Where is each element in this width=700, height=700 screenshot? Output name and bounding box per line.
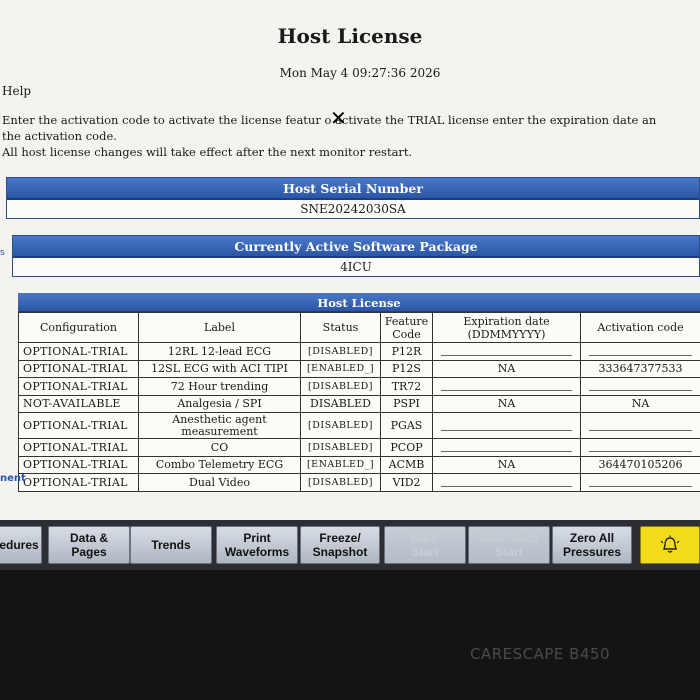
package-value: 4ICU <box>340 260 372 274</box>
cell-expiration-date: NA <box>432 455 581 474</box>
data-pages-button[interactable]: Data & Pages <box>48 526 130 564</box>
help-label[interactable]: Help <box>2 84 31 98</box>
datetime: Mon May 4 09:27:36 2026 <box>279 66 441 80</box>
cell-feature-code: P12R <box>380 342 433 361</box>
mouse-cursor-icon: ✕ <box>330 106 347 130</box>
cell-label: Anesthetic agent measurement <box>138 412 301 439</box>
package-panel: Currently Active Software Package 4ICU <box>12 235 700 277</box>
cell-configuration: NOT-AVAILABLE <box>18 394 139 413</box>
activation-code-input[interactable] <box>580 412 700 439</box>
cell-label: 12RL 12-lead ECG <box>138 342 301 361</box>
col-expiration-date: Expiration date (DDMMYYYY) <box>432 312 581 343</box>
col-activation-code: Activation code <box>580 312 700 343</box>
cell-feature-code: P12S <box>380 359 433 378</box>
alarm-bell-icon <box>660 535 680 553</box>
instructions: Enter the activation code to activate th… <box>2 112 700 160</box>
package-panel-header: Currently Active Software Package <box>13 236 699 258</box>
cell-feature-code: PSPI <box>380 394 433 413</box>
expiration-date-input[interactable] <box>432 473 581 492</box>
table-row: OPTIONAL-TRIAL 12SL ECG with ACI TIPI [E… <box>18 359 700 378</box>
cell-label: 12SL ECG with ACI TIPI <box>138 359 301 378</box>
cell-activation-code: NA <box>580 394 700 413</box>
bottom-toolbar: edures Data & Pages Trends Print Wavefor… <box>0 520 700 570</box>
instruction-line-3: All host license changes will take effec… <box>2 145 413 159</box>
cell-configuration: OPTIONAL-TRIAL <box>18 359 139 378</box>
cell-label: Dual Video <box>138 473 301 492</box>
table-row: OPTIONAL-TRIAL 72 Hour trending [DISABLE… <box>18 377 700 396</box>
cell-configuration: OPTIONAL-TRIAL <box>18 412 139 439</box>
license-table-header: Host License <box>18 293 700 313</box>
table-row: OPTIONAL-TRIAL Combo Telemetry ECG [ENAB… <box>18 455 700 474</box>
cell-status: [DISABLED] <box>300 438 381 457</box>
cell-feature-code: PGAS <box>380 412 433 439</box>
alarm-button[interactable] <box>640 526 700 564</box>
nibp-start-button[interactable]: NIBP Start <box>384 526 466 564</box>
cell-feature-code: ACMB <box>380 455 433 474</box>
cell-activation-code: 333647377533 <box>580 359 700 378</box>
cell-status: [DISABLED] <box>300 342 381 361</box>
cell-feature-code: PCOP <box>380 438 433 457</box>
table-row: OPTIONAL-TRIAL Dual Video [DISABLED] VID… <box>18 473 700 492</box>
cell-configuration: OPTIONAL-TRIAL <box>18 438 139 457</box>
cell-status: [DISABLED] <box>300 377 381 396</box>
col-label: Label <box>138 312 301 343</box>
side-label-nent: nent <box>0 473 26 484</box>
cell-label: Analgesia / SPI <box>138 394 301 413</box>
serial-panel: Host Serial Number SNE20242030SA <box>6 177 700 219</box>
table-row: NOT-AVAILABLE Analgesia / SPI DISABLED P… <box>18 394 700 413</box>
expiration-date-input[interactable] <box>432 342 581 361</box>
activation-code-input[interactable] <box>580 377 700 396</box>
cell-status: DISABLED <box>300 394 381 413</box>
print-waveforms-button[interactable]: Print Waveforms <box>216 526 298 564</box>
col-feature-code: Feature Code <box>380 312 433 343</box>
table-row: OPTIONAL-TRIAL 12RL 12-lead ECG [DISABLE… <box>18 342 700 361</box>
cell-label: CO <box>138 438 301 457</box>
expiration-date-input[interactable] <box>432 438 581 457</box>
cell-configuration: OPTIONAL-TRIAL <box>18 473 139 492</box>
side-label-s: s <box>0 248 5 258</box>
host-license-screen: Host License Mon May 4 09:27:36 2026 Hel… <box>0 0 700 520</box>
expiration-date-input[interactable] <box>432 412 581 439</box>
cell-expiration-date: NA <box>432 394 581 413</box>
col-status: Status <box>300 312 381 343</box>
cell-expiration-date: NA <box>432 359 581 378</box>
page-title: Host License <box>277 24 423 48</box>
instruction-line-2: the activation code. <box>2 129 117 143</box>
activation-code-input[interactable] <box>580 438 700 457</box>
license-table: Configuration Label Status Feature Code … <box>18 312 700 492</box>
col-configuration: Configuration <box>18 312 139 343</box>
cell-configuration: OPTIONAL-TRIAL <box>18 455 139 474</box>
device-brand-label: CARESCAPE B450 <box>470 645 611 663</box>
license-table-columns: Configuration Label Status Feature Code … <box>18 312 700 343</box>
cell-feature-code: TR72 <box>380 377 433 396</box>
procedures-button[interactable]: edures <box>0 526 42 564</box>
freeze-snapshot-button[interactable]: Freeze/ Snapshot <box>300 526 380 564</box>
cell-status: [DISABLED] <box>300 473 381 492</box>
nibp-auto-start-button[interactable]: NIBP Auto Start <box>468 526 550 564</box>
cell-feature-code: VID2 <box>380 473 433 492</box>
table-row: OPTIONAL-TRIAL Anesthetic agent measurem… <box>18 412 700 439</box>
trends-button[interactable]: Trends <box>130 526 212 564</box>
table-row: OPTIONAL-TRIAL CO [DISABLED] PCOP <box>18 438 700 457</box>
cell-status: [ENABLED_] <box>300 359 381 378</box>
cell-label: Combo Telemetry ECG <box>138 455 301 474</box>
cell-configuration: OPTIONAL-TRIAL <box>18 342 139 361</box>
cell-status: [DISABLED] <box>300 412 381 439</box>
cell-status: [ENABLED_] <box>300 455 381 474</box>
expiration-date-input[interactable] <box>432 377 581 396</box>
cell-label: 72 Hour trending <box>138 377 301 396</box>
cell-configuration: OPTIONAL-TRIAL <box>18 377 139 396</box>
activation-code-input[interactable] <box>580 473 700 492</box>
cell-activation-code: 364470105206 <box>580 455 700 474</box>
serial-panel-header: Host Serial Number <box>7 178 699 200</box>
zero-all-pressures-button[interactable]: Zero All Pressures <box>552 526 632 564</box>
serial-number-value: SNE20242030SA <box>300 202 406 216</box>
instruction-line-1: Enter the activation code to activate th… <box>2 113 657 127</box>
activation-code-input[interactable] <box>580 342 700 361</box>
